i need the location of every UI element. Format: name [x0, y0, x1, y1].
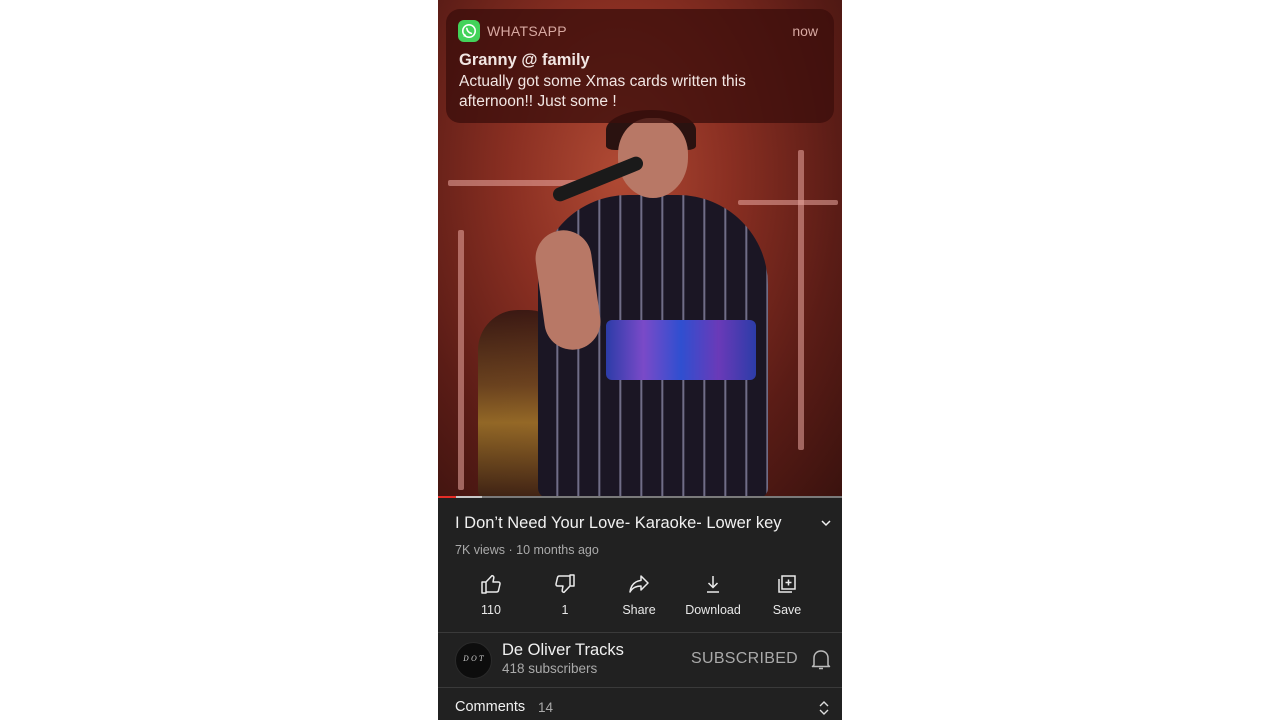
save-button[interactable]: Save: [750, 570, 824, 617]
dislike-count: 1: [561, 603, 569, 617]
thumbs-down-icon: [555, 574, 575, 594]
video-title[interactable]: I Don’t Need Your Love- Karaoke- Lower k…: [455, 514, 805, 533]
dislike-button[interactable]: 1: [528, 570, 602, 617]
save-label: Save: [772, 603, 802, 617]
share-label: Share: [622, 603, 656, 617]
bell-icon[interactable]: [810, 647, 832, 676]
notification-time: now: [792, 23, 818, 39]
video-player[interactable]: WHATSAPP now Granny @ family Actually go…: [438, 0, 842, 498]
action-bar: 110 1 Share Download Save: [438, 570, 842, 626]
avatar-logo-text: D O T: [463, 655, 484, 663]
whatsapp-notification[interactable]: WHATSAPP now Granny @ family Actually go…: [446, 9, 834, 123]
share-button[interactable]: Share: [602, 570, 676, 617]
share-icon: [629, 575, 649, 593]
subscriber-count: 418 subscribers: [502, 661, 598, 676]
comments-count: 14: [538, 700, 554, 715]
comments-label: Comments: [455, 699, 526, 715]
notification-body: Actually got some Xmas cards written thi…: [459, 73, 746, 110]
progress-buffered: [456, 496, 483, 498]
like-button[interactable]: 110: [454, 570, 528, 617]
expand-icon[interactable]: [818, 700, 830, 720]
channel-name[interactable]: De Oliver Tracks: [502, 641, 624, 660]
notification-title: Granny @ family: [459, 51, 590, 69]
comments-section[interactable]: Comments 14: [438, 688, 842, 720]
save-playlist-icon: [778, 575, 796, 593]
progress-played: [438, 496, 457, 498]
download-label: Download: [685, 603, 741, 617]
download-button[interactable]: Download: [676, 570, 750, 617]
like-count: 110: [481, 603, 501, 617]
video-progress-bar[interactable]: [438, 496, 842, 498]
channel-row[interactable]: D O T De Oliver Tracks 418 subscribers S…: [438, 633, 842, 687]
whatsapp-icon: [458, 20, 480, 42]
phone-screen: WHATSAPP now Granny @ family Actually go…: [438, 0, 842, 720]
notification-app-name: WHATSAPP: [487, 23, 567, 39]
subscribed-button[interactable]: SUBSCRIBED: [691, 650, 798, 668]
chevron-down-icon[interactable]: [820, 516, 832, 534]
download-icon: [707, 576, 719, 593]
video-meta: 7K views · 10 months ago: [455, 543, 599, 557]
channel-avatar[interactable]: D O T: [455, 642, 492, 679]
thumbs-up-icon: [481, 574, 501, 594]
